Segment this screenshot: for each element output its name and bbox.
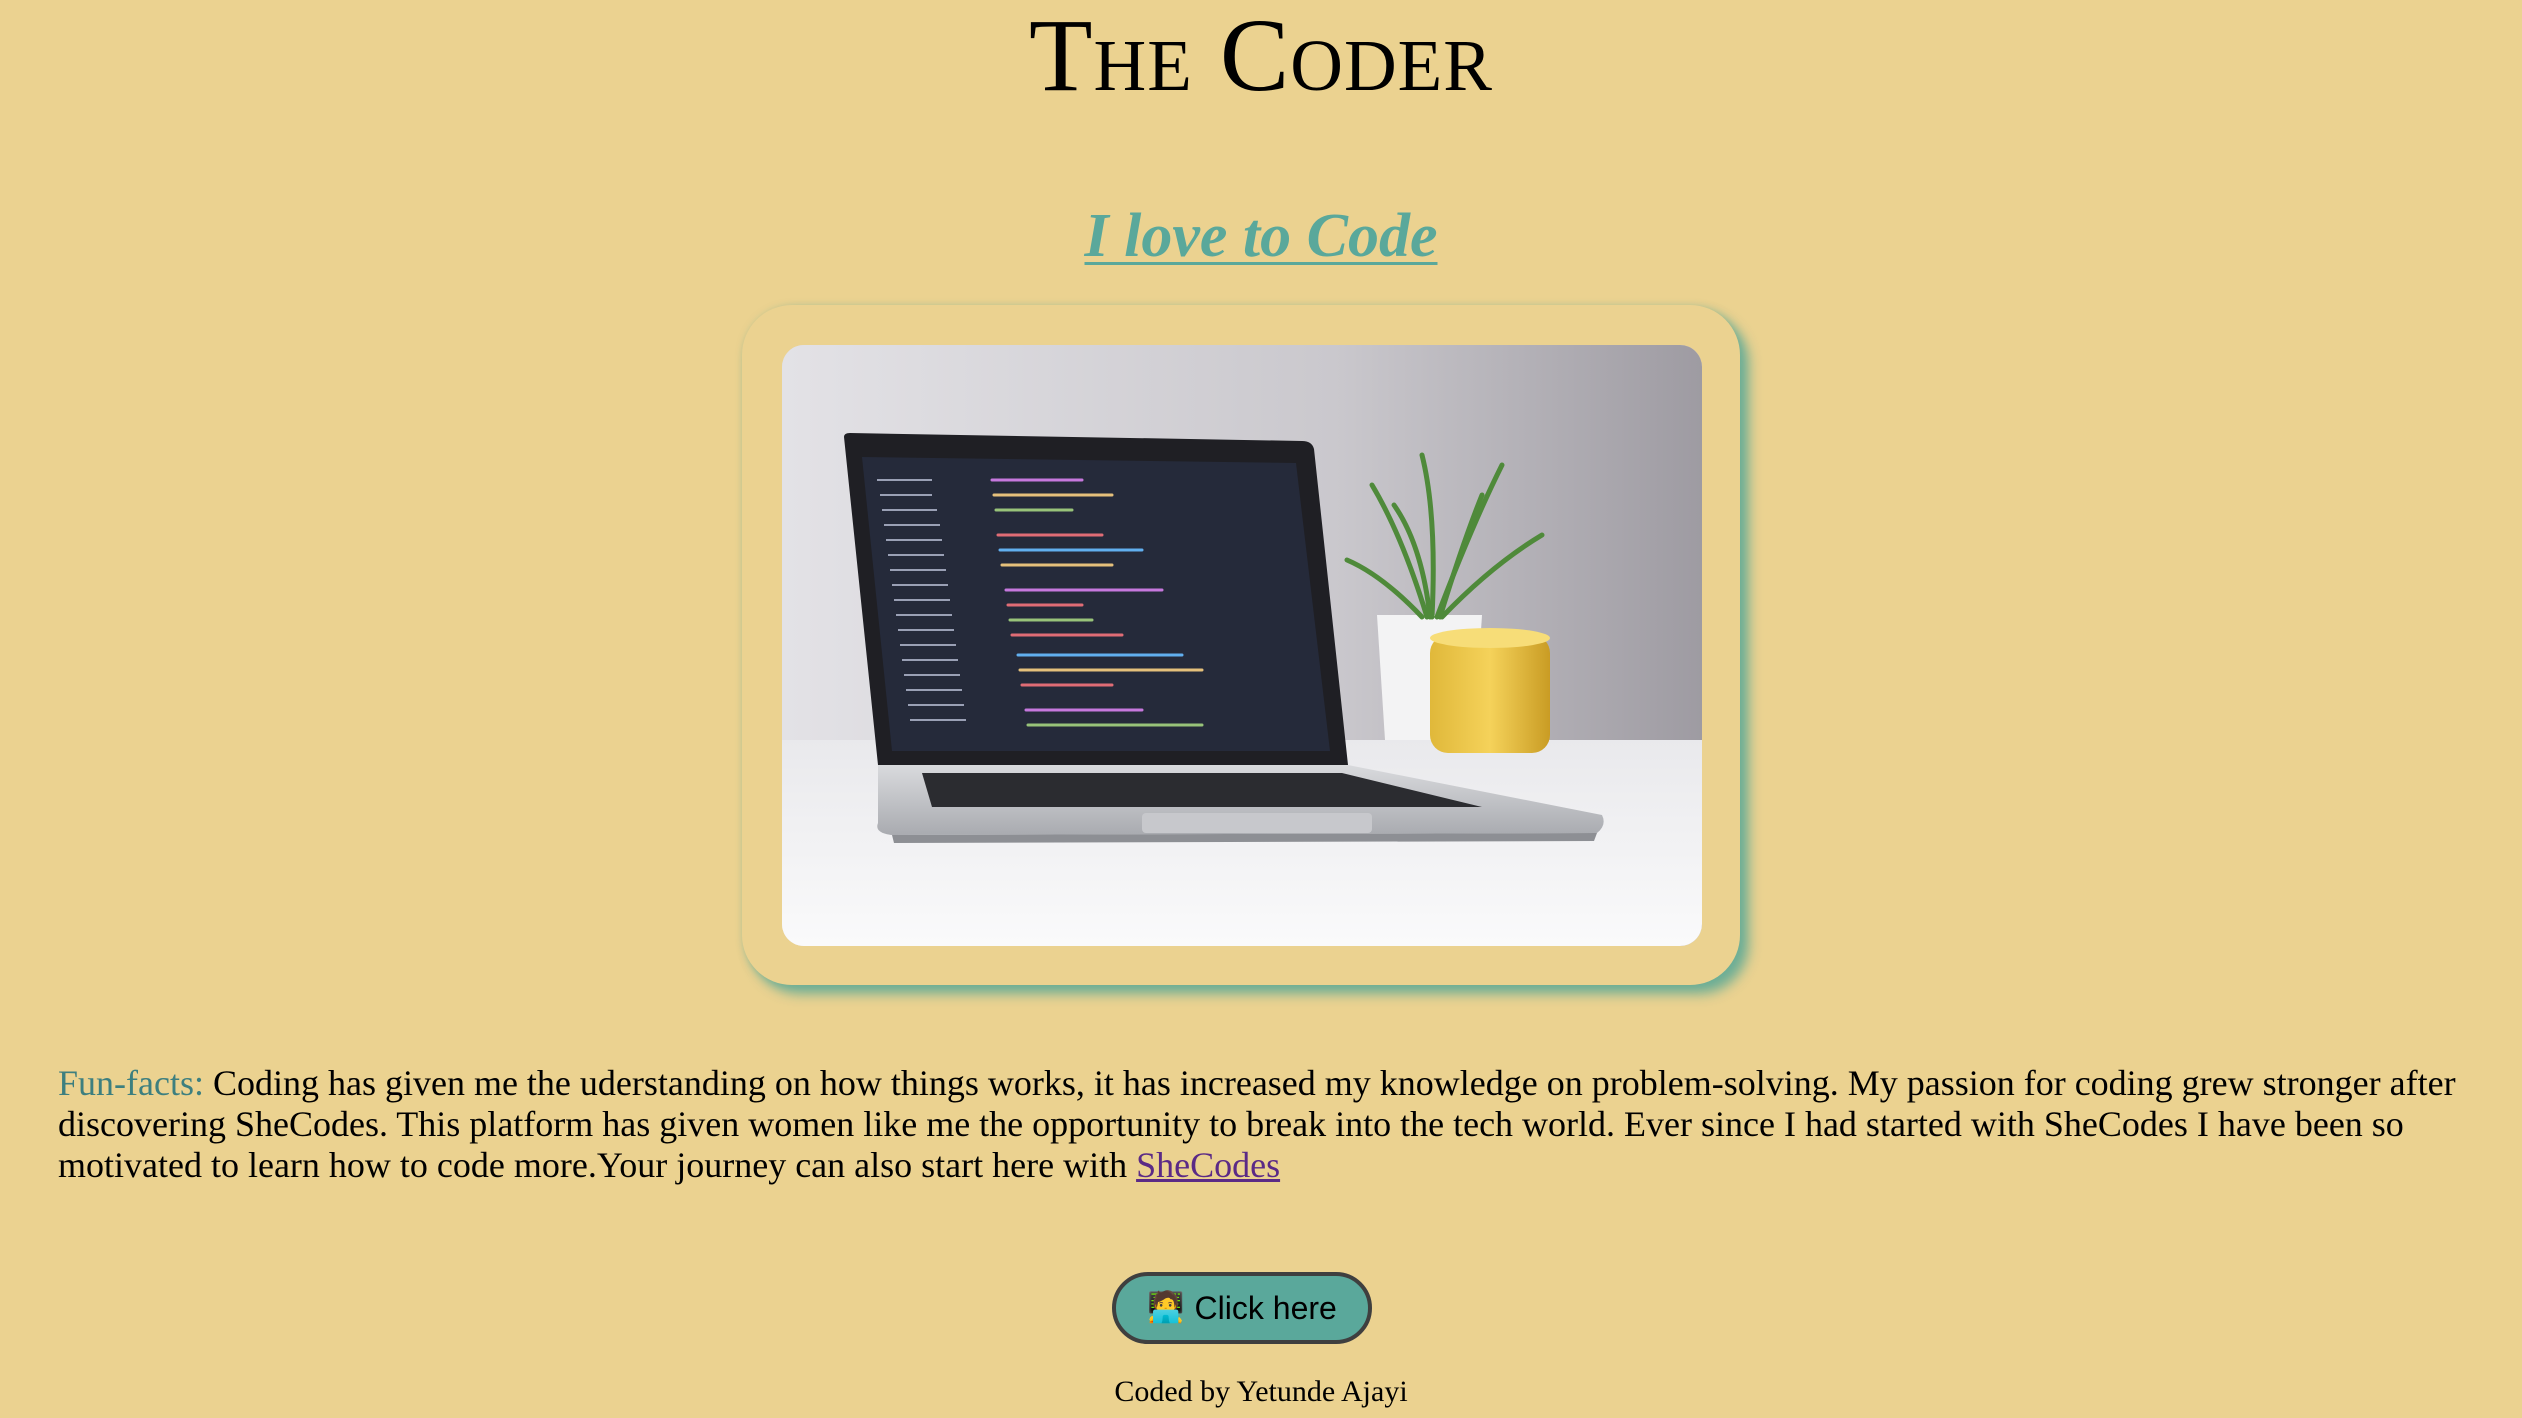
page-title: The Coder: [1029, 0, 1493, 113]
shecodes-link[interactable]: SheCodes: [1136, 1145, 1280, 1185]
hero-image-frame: [742, 305, 1740, 985]
laptop-illustration: [782, 345, 1702, 946]
click-here-button[interactable]: 🧑‍💻 Click here: [1112, 1272, 1372, 1344]
footer-credit: Coded by Yetunde Ajayi: [1114, 1375, 1408, 1408]
click-here-label: Click here: [1194, 1289, 1337, 1326]
fun-facts-label: Fun-facts:: [58, 1063, 204, 1103]
page: The Coder I love to Code Fun-facts: Codi…: [0, 0, 2522, 1418]
fun-facts-paragraph: Fun-facts: Coding has given me the uders…: [58, 1063, 2458, 1186]
subtitle-text: I love to Code: [1084, 202, 1438, 270]
hero-image: [782, 345, 1702, 946]
technologist-emoji-icon: 🧑‍💻: [1147, 1291, 1185, 1324]
page-subtitle: I love to Code: [0, 196, 2522, 276]
